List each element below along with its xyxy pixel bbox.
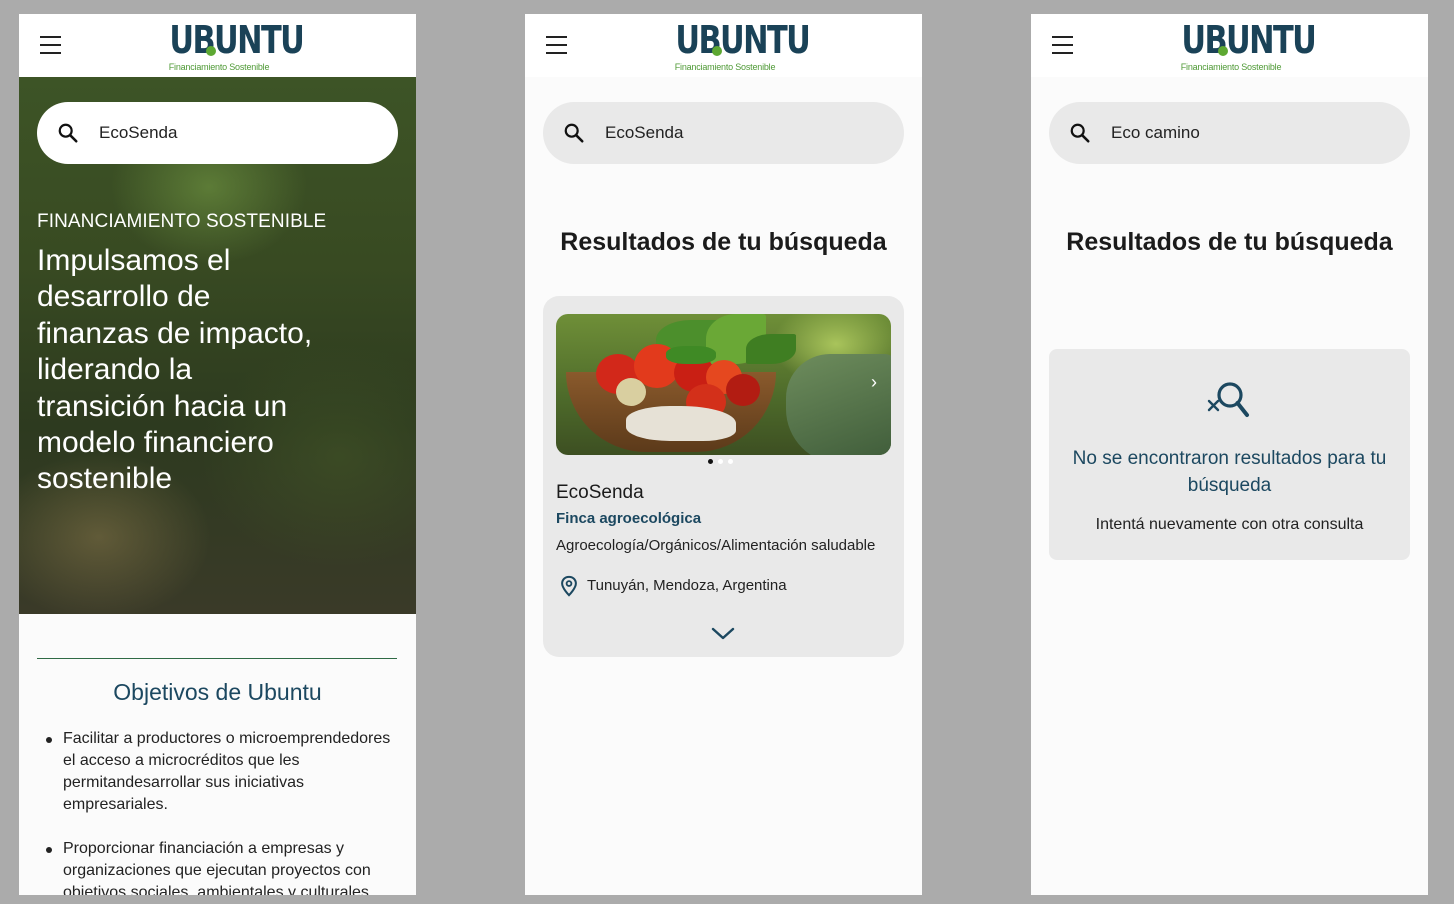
no-results-screen: UBUNTU Financiamiento Sostenible Eco cam… xyxy=(1031,14,1428,895)
magnifier-icon xyxy=(564,123,584,143)
search-input[interactable]: Eco camino xyxy=(1111,122,1200,144)
search-input[interactable]: EcoSenda xyxy=(605,122,683,144)
result-card[interactable]: › EcoSenda Finca agroecológica Agroecolo… xyxy=(543,296,904,657)
empty-state-subtitle: Intentá nuevamente con otra consulta xyxy=(1095,516,1364,533)
hero-title: Impulsamos el desarrollo de finanzas de … xyxy=(37,244,313,496)
search-bar[interactable]: Eco camino xyxy=(1049,102,1410,164)
empty-state-panel: No se encontraron resultados para tu bús… xyxy=(1049,349,1410,560)
location-pin-icon xyxy=(561,575,577,597)
result-name: EcoSenda xyxy=(556,482,644,503)
app-header: UBUNTU Financiamiento Sostenible xyxy=(525,14,922,77)
result-type: Finca agroecológica xyxy=(556,510,702,527)
search-input[interactable]: EcoSenda xyxy=(99,122,177,144)
list-item: Facilitar a productores o microemprended… xyxy=(44,728,404,816)
carousel-dots[interactable] xyxy=(708,459,738,465)
results-title: Resultados de tu búsqueda xyxy=(560,228,887,256)
magnifier-icon xyxy=(58,123,78,143)
result-location: Tunuyán, Mendoza, Argentina xyxy=(587,577,787,594)
logo-tagline: Financiamiento Sostenible xyxy=(168,62,270,72)
search-results-screen: UBUNTU Financiamiento Sostenible EcoSend… xyxy=(525,14,922,895)
objectives-title: Objetivos de Ubuntu xyxy=(113,679,322,705)
app-header: UBUNTU Financiamiento Sostenible xyxy=(1031,14,1428,77)
results-title: Resultados de tu búsqueda xyxy=(1066,228,1393,256)
brand-logo[interactable]: UBUNTU Financiamiento Sostenible xyxy=(663,18,811,74)
home-screen: UBUNTU Financiamiento Sostenible FINANCI… xyxy=(19,14,416,895)
search-bar[interactable]: EcoSenda xyxy=(543,102,904,164)
brand-logo[interactable]: UBUNTU Financiamiento Sostenible xyxy=(1169,18,1317,74)
hamburger-menu-icon[interactable] xyxy=(40,36,61,55)
magnifier-icon xyxy=(1070,123,1090,143)
hamburger-menu-icon[interactable] xyxy=(546,36,567,55)
hero-kicker: FINANCIAMIENTO SOSTENIBLE xyxy=(37,211,327,232)
section-divider xyxy=(37,658,397,659)
logo-tagline: Financiamiento Sostenible xyxy=(674,62,776,72)
logo-dot xyxy=(206,46,216,56)
brand-logo[interactable]: UBUNTU Financiamiento Sostenible xyxy=(157,18,305,74)
objectives-list: Facilitar a productores o microemprended… xyxy=(44,728,404,895)
app-header: UBUNTU Financiamiento Sostenible xyxy=(19,14,416,77)
logo-tagline: Financiamiento Sostenible xyxy=(1180,62,1282,72)
search-bar[interactable]: EcoSenda xyxy=(37,102,398,164)
result-image-carousel[interactable]: › xyxy=(556,314,891,455)
logo-dot xyxy=(1218,46,1228,56)
logo-wordmark: UBUNTU xyxy=(169,18,304,62)
search-x-icon xyxy=(1207,382,1249,417)
carousel-next-icon[interactable]: › xyxy=(871,372,877,392)
list-item: Proporcionar financiación a empresas y o… xyxy=(44,838,404,895)
hamburger-menu-icon[interactable] xyxy=(1052,36,1073,55)
logo-wordmark: UBUNTU xyxy=(675,18,810,62)
result-tags: Agroecología/Orgánicos/Alimentación salu… xyxy=(556,537,876,554)
logo-wordmark: UBUNTU xyxy=(1181,18,1316,62)
empty-state-title: No se encontraron resultados para tu bús… xyxy=(1072,448,1387,496)
logo-dot xyxy=(712,46,722,56)
chevron-down-icon[interactable] xyxy=(711,627,735,641)
